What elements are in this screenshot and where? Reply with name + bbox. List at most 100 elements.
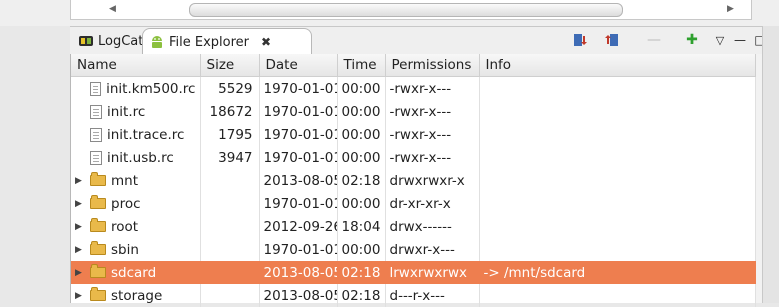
column-name[interactable]: Name: [71, 54, 201, 77]
column-time[interactable]: Time: [337, 54, 386, 77]
permissions-cell: drwxr-x---: [385, 238, 480, 261]
expand-arrow-icon[interactable]: ▶: [75, 268, 85, 278]
view-menu-icon[interactable]: ▽: [710, 30, 730, 50]
name-cell: init.trace.rc: [71, 123, 201, 146]
date-cell: 1970-01-01: [259, 76, 338, 100]
tab-logcat[interactable]: LogCat: [72, 29, 149, 53]
file-explorer-panel: Name Size Date Time Permissions Info ini…: [70, 54, 763, 307]
file-name: sbin: [111, 241, 139, 258]
date-cell: 2013-08-05: [259, 284, 338, 307]
table-row[interactable]: init.usb.rc 3947 1970-01-01 00:00 -rwxr-x---: [71, 146, 756, 169]
table-row[interactable]: init.km500.rc 5529 1970-01-01 00:00 -rwxr-x-…: [71, 76, 756, 100]
file-name: init.rc: [107, 103, 146, 120]
info-cell: [479, 146, 756, 169]
expand-arrow-icon[interactable]: ▶: [75, 222, 85, 232]
date-cell: 2012-09-26: [259, 215, 338, 238]
size-cell: [200, 215, 260, 238]
file-name: proc: [111, 195, 141, 212]
column-info[interactable]: Info: [479, 54, 756, 77]
column-permissions[interactable]: Permissions: [385, 54, 480, 77]
pull-file-icon[interactable]: [570, 30, 590, 50]
size-cell: [200, 238, 260, 261]
scroll-right-arrow[interactable]: ▶: [727, 3, 734, 15]
file-table: Name Size Date Time Permissions Info ini…: [71, 54, 756, 307]
file-name: init.km500.rc: [106, 80, 196, 97]
delete-icon[interactable]: —: [644, 30, 664, 50]
side-trim: [762, 26, 779, 303]
permissions-cell: -rwxr-x---: [385, 76, 480, 100]
date-cell: 2013-08-05: [259, 261, 338, 284]
table-row[interactable]: ▶ root 2012-09-26 18:04 drwx------: [71, 215, 756, 238]
date-cell: 1970-01-01: [259, 100, 338, 123]
push-file-icon[interactable]: [602, 30, 622, 50]
table-row[interactable]: ▶ proc 1970-01-01 00:00 dr-xr-xr-x: [71, 192, 756, 215]
table-row[interactable]: init.trace.rc 1795 1970-01-01 00:00 -rwxr-x-…: [71, 123, 756, 146]
horizontal-scrollbar[interactable]: [189, 3, 623, 17]
table-row[interactable]: ▶ sbin 1970-01-01 00:00 drwxr-x---: [71, 238, 756, 261]
info-cell: [479, 123, 756, 146]
file-name: sdcard: [111, 264, 157, 281]
size-cell: [200, 284, 260, 307]
time-cell: 00:00: [337, 238, 386, 261]
size-cell: 1795: [200, 123, 260, 146]
name-cell: ▶ storage: [71, 284, 201, 307]
size-cell: [200, 169, 260, 192]
table-row[interactable]: ▶ mnt 2013-08-05 02:18 drwxrwxr-x: [71, 169, 756, 192]
expand-arrow-icon[interactable]: ▶: [75, 291, 85, 301]
name-cell: ▶ mnt: [71, 169, 201, 192]
folder-icon: [90, 218, 106, 232]
size-cell: [200, 261, 260, 284]
folder-icon: [90, 264, 106, 278]
name-cell: ▶ proc: [71, 192, 201, 215]
time-cell: 00:00: [337, 146, 386, 169]
time-cell: 02:18: [337, 169, 386, 192]
time-cell: 02:18: [337, 284, 386, 307]
file-name: init.trace.rc: [107, 126, 185, 143]
folder-icon: [90, 172, 106, 186]
tab-file-explorer[interactable]: File Explorer ✖: [142, 28, 312, 55]
name-cell: init.km500.rc: [71, 76, 201, 100]
column-date[interactable]: Date: [259, 54, 338, 77]
column-size[interactable]: Size: [200, 54, 260, 77]
info-cell: [479, 192, 756, 215]
file-name: root: [111, 218, 139, 235]
folder-icon: [90, 241, 106, 255]
table-row[interactable]: init.rc 18672 1970-01-01 00:00 -rwxr-x---: [71, 100, 756, 123]
expand-arrow-icon[interactable]: ▶: [75, 245, 85, 255]
tab-label: LogCat: [98, 33, 144, 49]
name-cell: ▶ sdcard: [71, 261, 201, 284]
time-cell: 00:00: [337, 100, 386, 123]
table-row[interactable]: ▶ sdcard 2013-08-05 02:18 lrwxrwxrwx -> /mnt/…: [71, 261, 756, 284]
time-cell: 02:18: [337, 261, 386, 284]
date-cell: 2013-08-05: [259, 169, 338, 192]
folder-icon: [90, 287, 106, 301]
logcat-icon: [78, 33, 94, 49]
close-icon[interactable]: ✖: [261, 35, 271, 49]
expand-arrow-icon[interactable]: ▶: [75, 176, 85, 186]
new-folder-icon[interactable]: ✚: [682, 30, 702, 50]
size-cell: 3947: [200, 146, 260, 169]
permissions-cell: d---r-x---: [385, 284, 480, 307]
permissions-cell: drwx------: [385, 215, 480, 238]
name-cell: init.rc: [71, 100, 201, 123]
file-icon: [90, 104, 102, 119]
date-cell: 1970-01-01: [259, 192, 338, 215]
info-cell: -> /mnt/sdcard: [479, 261, 756, 284]
permissions-cell: lrwxrwxrwx: [385, 261, 480, 284]
table-header: Name Size Date Time Permissions Info: [71, 54, 756, 77]
table-row[interactable]: ▶ storage 2013-08-05 02:18 d---r-x---: [71, 284, 756, 307]
size-cell: 5529: [200, 76, 260, 100]
minimize-icon[interactable]: —: [730, 30, 750, 50]
permissions-cell: -rwxr-x---: [385, 123, 480, 146]
scroll-left-arrow[interactable]: ◀: [109, 3, 116, 15]
folder-icon: [90, 195, 106, 209]
time-cell: 00:00: [337, 123, 386, 146]
info-cell: [479, 100, 756, 123]
permissions-cell: drwxrwxr-x: [385, 169, 480, 192]
file-name: init.usb.rc: [107, 149, 174, 166]
info-cell: [479, 215, 756, 238]
expand-arrow-icon[interactable]: ▶: [75, 199, 85, 209]
info-cell: [479, 238, 756, 261]
android-icon: [149, 34, 165, 50]
file-icon: [90, 127, 102, 142]
